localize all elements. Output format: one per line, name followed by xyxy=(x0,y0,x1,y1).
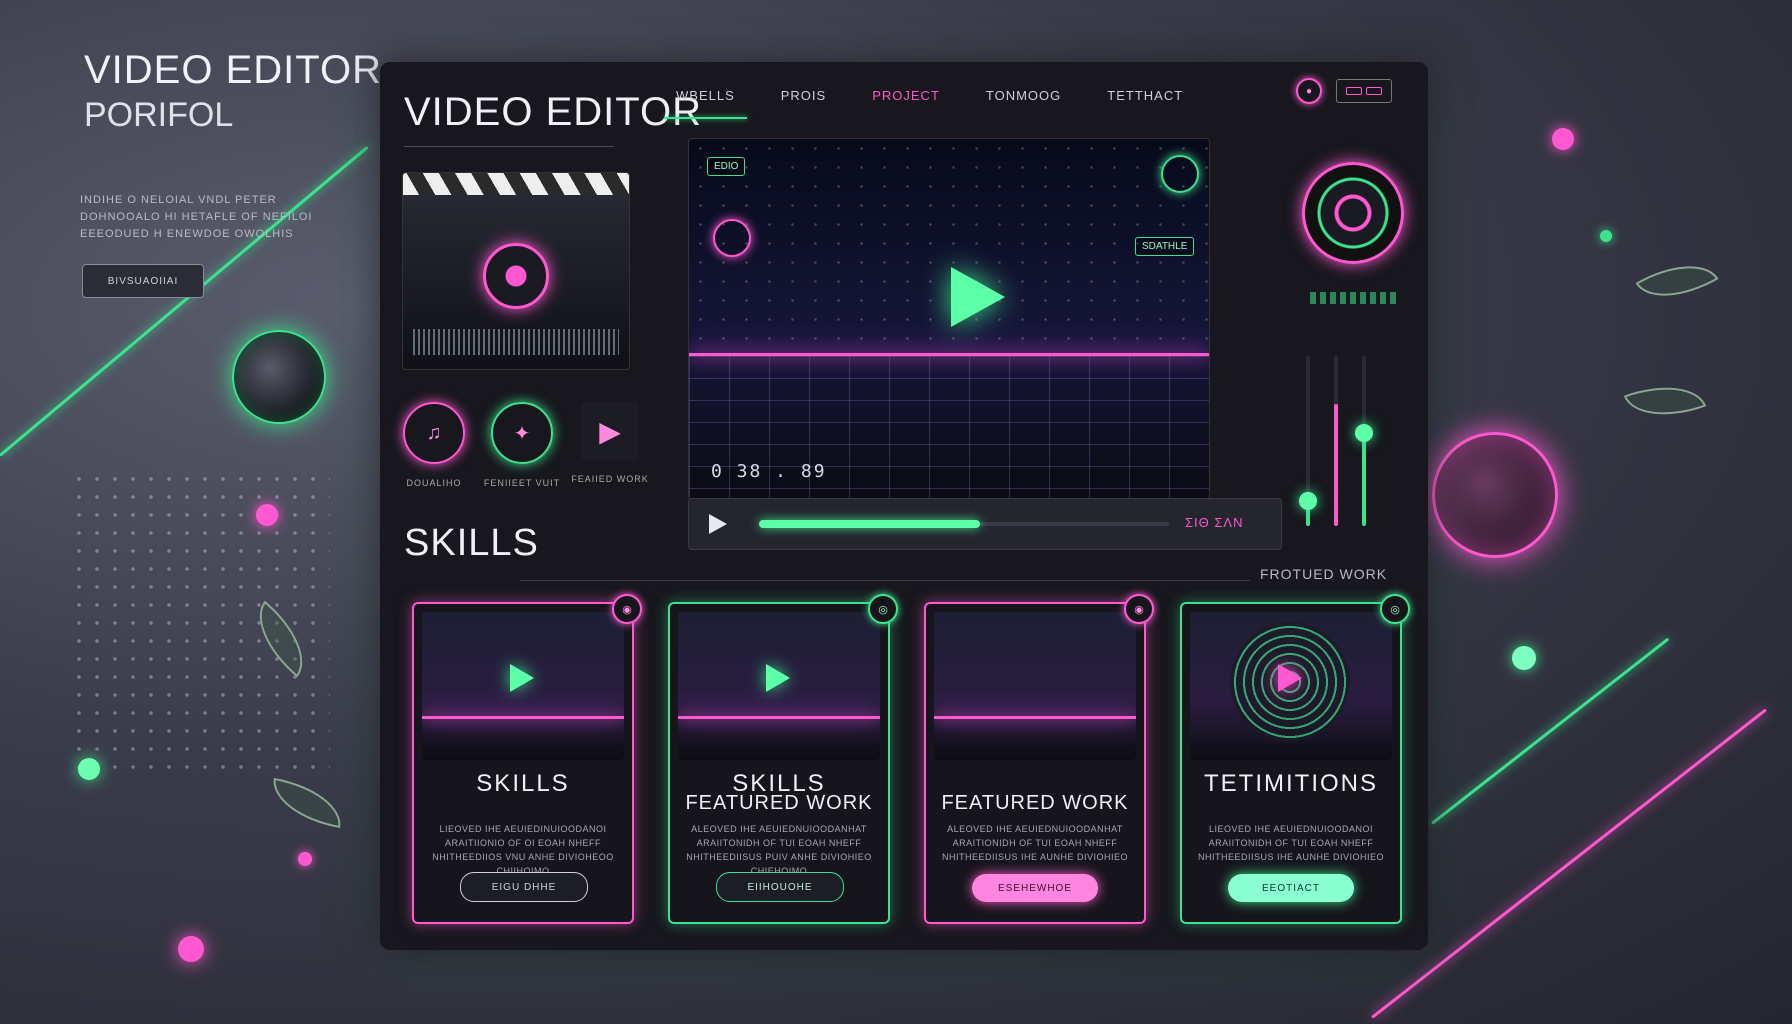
play-icon xyxy=(510,664,534,692)
mini-tool-music[interactable]: ♫ DOUALIHO xyxy=(402,402,466,488)
nav-item-tetthact[interactable]: TETTHACT xyxy=(1101,84,1189,107)
badge-icon: ◉ xyxy=(1124,594,1154,624)
nav-item-wbells[interactable]: WBELLS xyxy=(664,84,747,119)
pink-dot xyxy=(256,504,278,526)
hero-description: INDIHE O NELOIAL VNDL PETER DOHNOOALO HI… xyxy=(80,194,313,240)
music-icon: ♫ xyxy=(403,402,465,464)
timecode: 0 38 . 89 xyxy=(711,461,827,482)
divider xyxy=(520,580,1250,581)
play-icon xyxy=(1278,664,1302,692)
hero-title: VIDEO EDITOR xyxy=(84,48,382,92)
hud-label: SDATHLE xyxy=(1135,237,1195,256)
mini-tool-label: DOUALIHO xyxy=(406,478,462,488)
mini-tool-featured[interactable]: ▶ FEAIIED WORK xyxy=(571,402,648,488)
fader[interactable] xyxy=(1355,356,1373,526)
nav-item-project[interactable]: PROJECT xyxy=(866,84,946,107)
clapperboard-icon xyxy=(403,173,629,195)
horizon-glow xyxy=(689,353,1209,356)
volume-label: ΣΙΘ ΣΛΝ xyxy=(1185,515,1244,530)
fader-knob[interactable] xyxy=(1355,423,1373,442)
card-title: TETIMITIONS xyxy=(1204,770,1378,797)
fader-knob[interactable] xyxy=(1299,491,1317,510)
fader[interactable] xyxy=(1334,356,1338,526)
hero-subtitle: PORIFOL xyxy=(84,96,234,134)
card-list: ◉ SKILLS LIEOVED IHE AEUIEDINUIOODANOI A… xyxy=(412,594,1410,924)
target-ring-icon xyxy=(713,219,751,257)
card-description: LIEOVED IHE AEUIEDINUIOODANOI ARAITIIONI… xyxy=(432,824,614,876)
pink-dot xyxy=(178,936,204,962)
target-ring-icon xyxy=(1161,155,1199,193)
card-skills-featured[interactable]: ◎ SKILLS FEATURED WORK ALEOVED IHE AEUIE… xyxy=(668,594,898,924)
record-icon[interactable]: ● xyxy=(1296,78,1322,104)
nav-icons: ● xyxy=(1296,78,1392,104)
badge-icon: ◎ xyxy=(1380,594,1410,624)
play-button[interactable] xyxy=(709,514,727,534)
portfolio-panel: VIDEO EDITOR WBELLS PROIS PROJECT TONMOO… xyxy=(380,62,1428,950)
play-icon xyxy=(766,664,790,692)
card-description: LIEOVED IHE AEUIEDNUIOODANOI ARAIITONIDH… xyxy=(1197,824,1385,862)
green-dot xyxy=(78,758,100,780)
card-button[interactable]: EIIHOUOHE xyxy=(716,872,844,902)
image-icon: ▶ xyxy=(581,402,639,460)
hud-label: EDIO xyxy=(707,157,746,176)
mini-tools: ♫ DOUALIHO ✦ FENIIEET VUIT ▶ FEAIIED WOR… xyxy=(402,402,648,488)
card-thumbnail xyxy=(422,612,624,760)
leaf-decor xyxy=(1623,370,1707,432)
pink-glow-line-right xyxy=(1371,708,1767,1019)
jog-dial[interactable] xyxy=(1302,162,1404,264)
panel-logo: VIDEO EDITOR xyxy=(404,90,702,134)
leaf-decor xyxy=(267,777,347,829)
green-dot xyxy=(1512,646,1536,670)
video-player[interactable]: EDIO SDATHLE 0 38 . 89 xyxy=(688,138,1210,500)
waveform-icon xyxy=(413,329,619,355)
badge-icon: ◉ xyxy=(612,594,642,624)
wand-icon: ✦ xyxy=(491,402,553,464)
nav-item-prois[interactable]: PROIS xyxy=(775,84,832,107)
progress-track[interactable] xyxy=(759,520,1169,528)
pink-dot xyxy=(298,852,312,866)
card-title: SKILLS xyxy=(476,770,570,797)
card-thumbnail xyxy=(934,612,1136,760)
badge-icon: ◎ xyxy=(868,594,898,624)
card-button[interactable]: EEOTIACT xyxy=(1228,874,1354,902)
divider xyxy=(404,146,614,147)
mini-tool-label: FEAIIED WORK xyxy=(571,474,649,484)
card-description: ALEOVED IHE AEUIEDNUIOODANHAT ARAITIONID… xyxy=(941,824,1129,862)
camera-thumbnail[interactable] xyxy=(402,172,630,370)
mini-tool-label: FENIIEET VUIT xyxy=(483,478,561,488)
dot-grid-decor xyxy=(70,470,330,770)
mini-tool-effects[interactable]: ✦ FENIIEET VUIT xyxy=(484,402,559,488)
green-dot xyxy=(1600,230,1612,242)
nav-item-tonmoog[interactable]: TONMOOG xyxy=(980,84,1067,107)
mixer-sliders xyxy=(1299,356,1373,526)
card-button[interactable]: ESEHEWHOE xyxy=(972,874,1098,902)
card-description: ALEOVED IHE AEUIEDNUIOODANHAT ARAIITONID… xyxy=(686,824,872,876)
top-nav: WBELLS PROIS PROJECT TONMOOG TETTHACT xyxy=(664,84,1189,119)
leaf-decor xyxy=(1635,246,1719,316)
glass-orb-decor xyxy=(232,330,326,424)
green-glow-line-right xyxy=(1431,637,1670,825)
menu-toggle-icon[interactable] xyxy=(1336,79,1392,103)
transport-bar: ΣΙΘ ΣΛΝ xyxy=(688,498,1282,550)
featured-label: FROTUED WORK xyxy=(1260,566,1388,582)
hero-button[interactable]: BIVSUAOIIAI xyxy=(82,264,204,298)
pink-dot xyxy=(1552,128,1574,150)
lens-icon xyxy=(483,243,549,309)
card-skills[interactable]: ◉ SKILLS LIEOVED IHE AEUIEDINUIOODANOI A… xyxy=(412,594,642,924)
fader[interactable] xyxy=(1299,356,1317,526)
card-subtitle: FEATURED WORK xyxy=(941,792,1129,814)
card-testimonials[interactable]: ◎ TETIMITIONS LIEOVED IHE AEUIEDNUIOODAN… xyxy=(1180,594,1410,924)
section-heading: SKILLS xyxy=(404,522,539,564)
starfield-decor xyxy=(689,139,1209,353)
card-subtitle: FEATURED WORK xyxy=(685,792,873,814)
card-thumbnail xyxy=(678,612,880,760)
progress-fill xyxy=(759,520,981,528)
card-featured-work[interactable]: ◉ FEATURED WORK ALEOVED IHE AEUIEDNUIOOD… xyxy=(924,594,1154,924)
pink-orb-decor xyxy=(1432,432,1558,558)
card-button[interactable]: EIGU DHHE xyxy=(460,872,588,902)
card-thumbnail xyxy=(1190,612,1392,760)
play-icon[interactable] xyxy=(951,267,1005,327)
level-meter xyxy=(1310,292,1400,304)
